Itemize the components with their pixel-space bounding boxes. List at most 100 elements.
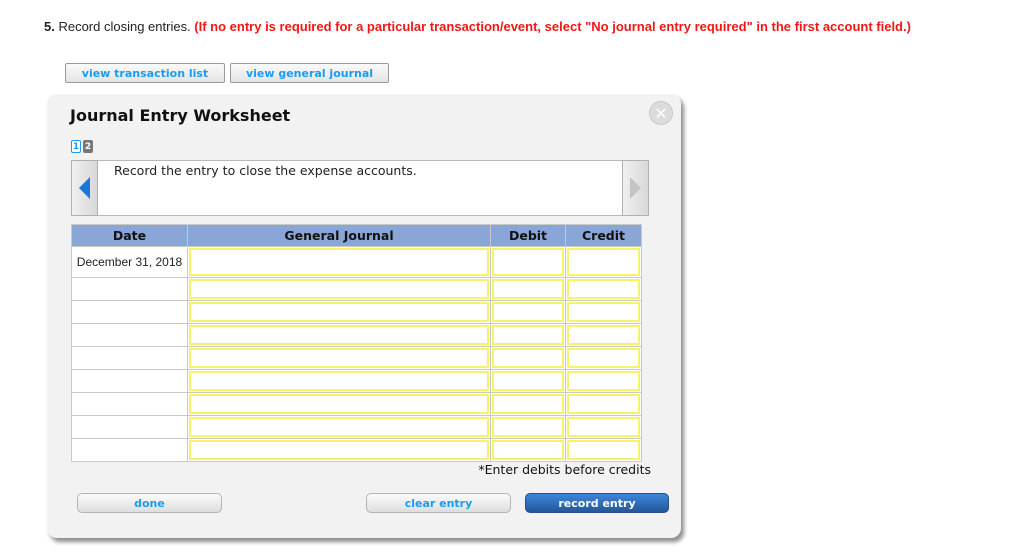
account-input[interactable] — [189, 348, 489, 368]
table-row: December 31, 2018 — [71, 246, 642, 278]
credit-cell — [565, 346, 642, 370]
column-header-debit: Debit — [490, 224, 566, 247]
table-row — [71, 392, 642, 416]
clear-entry-button[interactable]: clear entry — [366, 493, 511, 513]
debit-cell — [490, 415, 566, 439]
credit-cell — [565, 415, 642, 439]
arrow-left-icon — [79, 177, 90, 199]
debit-cell — [490, 369, 566, 393]
question-text: Record closing entries. — [54, 19, 195, 34]
debit-input[interactable] — [492, 279, 564, 299]
date-cell — [71, 438, 188, 462]
credit-input[interactable] — [567, 440, 640, 460]
done-button[interactable]: done — [77, 493, 222, 513]
debit-cell — [490, 246, 566, 278]
table-row — [71, 369, 642, 393]
debit-input[interactable] — [492, 348, 564, 368]
date-cell — [71, 277, 188, 301]
close-icon[interactable]: ✕ — [649, 101, 673, 125]
column-header-date: Date — [71, 224, 188, 247]
worksheet-title: Journal Entry Worksheet — [70, 106, 291, 125]
table-header: Date General Journal Debit Credit — [71, 224, 642, 247]
previous-entry-button[interactable] — [71, 160, 98, 216]
account-input[interactable] — [189, 302, 489, 322]
account-cell — [187, 323, 491, 347]
next-entry-button[interactable] — [622, 160, 649, 216]
table-row — [71, 323, 642, 347]
account-cell — [187, 300, 491, 324]
credit-input[interactable] — [567, 348, 640, 368]
debit-input[interactable] — [492, 325, 564, 345]
arrow-right-icon — [630, 177, 641, 199]
account-cell — [187, 415, 491, 439]
debit-cell — [490, 438, 566, 462]
journal-table: Date General Journal Debit Credit Decemb… — [71, 224, 642, 462]
column-header-general-journal: General Journal — [187, 224, 491, 247]
account-input[interactable] — [189, 325, 489, 345]
debit-input[interactable] — [492, 394, 564, 414]
credit-input[interactable] — [567, 302, 640, 322]
debit-cell — [490, 300, 566, 324]
date-cell — [71, 392, 188, 416]
question-number: 5. — [44, 19, 55, 34]
view-general-journal-button[interactable]: view general journal — [230, 63, 389, 83]
debit-cell — [490, 346, 566, 370]
entry-prompt: Record the entry to close the expense ac… — [114, 163, 417, 178]
table-row — [71, 346, 642, 370]
date-cell — [71, 323, 188, 347]
debit-input[interactable] — [492, 302, 564, 322]
credit-cell — [565, 246, 642, 278]
account-input[interactable] — [189, 371, 489, 391]
table-row — [71, 415, 642, 439]
account-cell — [187, 246, 491, 278]
debit-cell — [490, 392, 566, 416]
debit-input[interactable] — [492, 248, 564, 276]
column-header-credit: Credit — [565, 224, 642, 247]
credit-cell — [565, 277, 642, 301]
table-row — [71, 277, 642, 301]
record-entry-button[interactable]: record entry — [525, 493, 669, 513]
account-cell — [187, 438, 491, 462]
table-row — [71, 438, 642, 462]
account-cell — [187, 346, 491, 370]
debit-input[interactable] — [492, 440, 564, 460]
credit-cell — [565, 392, 642, 416]
date-cell — [71, 415, 188, 439]
debit-cell — [490, 323, 566, 347]
date-cell: December 31, 2018 — [71, 246, 188, 278]
credit-cell — [565, 323, 642, 347]
instruction-text: 5. Record closing entries. (If no entry … — [44, 19, 911, 34]
page-2-tab[interactable]: 2 — [83, 140, 93, 153]
account-cell — [187, 277, 491, 301]
date-cell — [71, 300, 188, 324]
credit-input[interactable] — [567, 417, 640, 437]
entry-prompt-panel: Record the entry to close the expense ac… — [71, 160, 649, 216]
view-transaction-list-button[interactable]: view transaction list — [65, 63, 225, 83]
credit-input[interactable] — [567, 394, 640, 414]
table-row — [71, 300, 642, 324]
date-cell — [71, 369, 188, 393]
account-input[interactable] — [189, 394, 489, 414]
account-input[interactable] — [189, 417, 489, 437]
account-input[interactable] — [189, 279, 489, 299]
page-1-tab[interactable]: 1 — [71, 140, 81, 153]
credit-input[interactable] — [567, 325, 640, 345]
warning-text: (If no entry is required for a particula… — [194, 19, 911, 34]
account-input[interactable] — [189, 440, 489, 460]
page-selector: 1 2 — [71, 140, 93, 153]
credit-cell — [565, 300, 642, 324]
journal-entry-worksheet: Journal Entry Worksheet ✕ 1 2 Record the… — [47, 94, 681, 538]
debit-credit-hint: *Enter debits before credits — [478, 462, 651, 477]
account-input[interactable] — [189, 248, 489, 276]
debit-cell — [490, 277, 566, 301]
credit-input[interactable] — [567, 248, 640, 276]
credit-cell — [565, 369, 642, 393]
debit-input[interactable] — [492, 371, 564, 391]
credit-input[interactable] — [567, 279, 640, 299]
credit-cell — [565, 438, 642, 462]
date-cell — [71, 346, 188, 370]
credit-input[interactable] — [567, 371, 640, 391]
account-cell — [187, 392, 491, 416]
debit-input[interactable] — [492, 417, 564, 437]
account-cell — [187, 369, 491, 393]
